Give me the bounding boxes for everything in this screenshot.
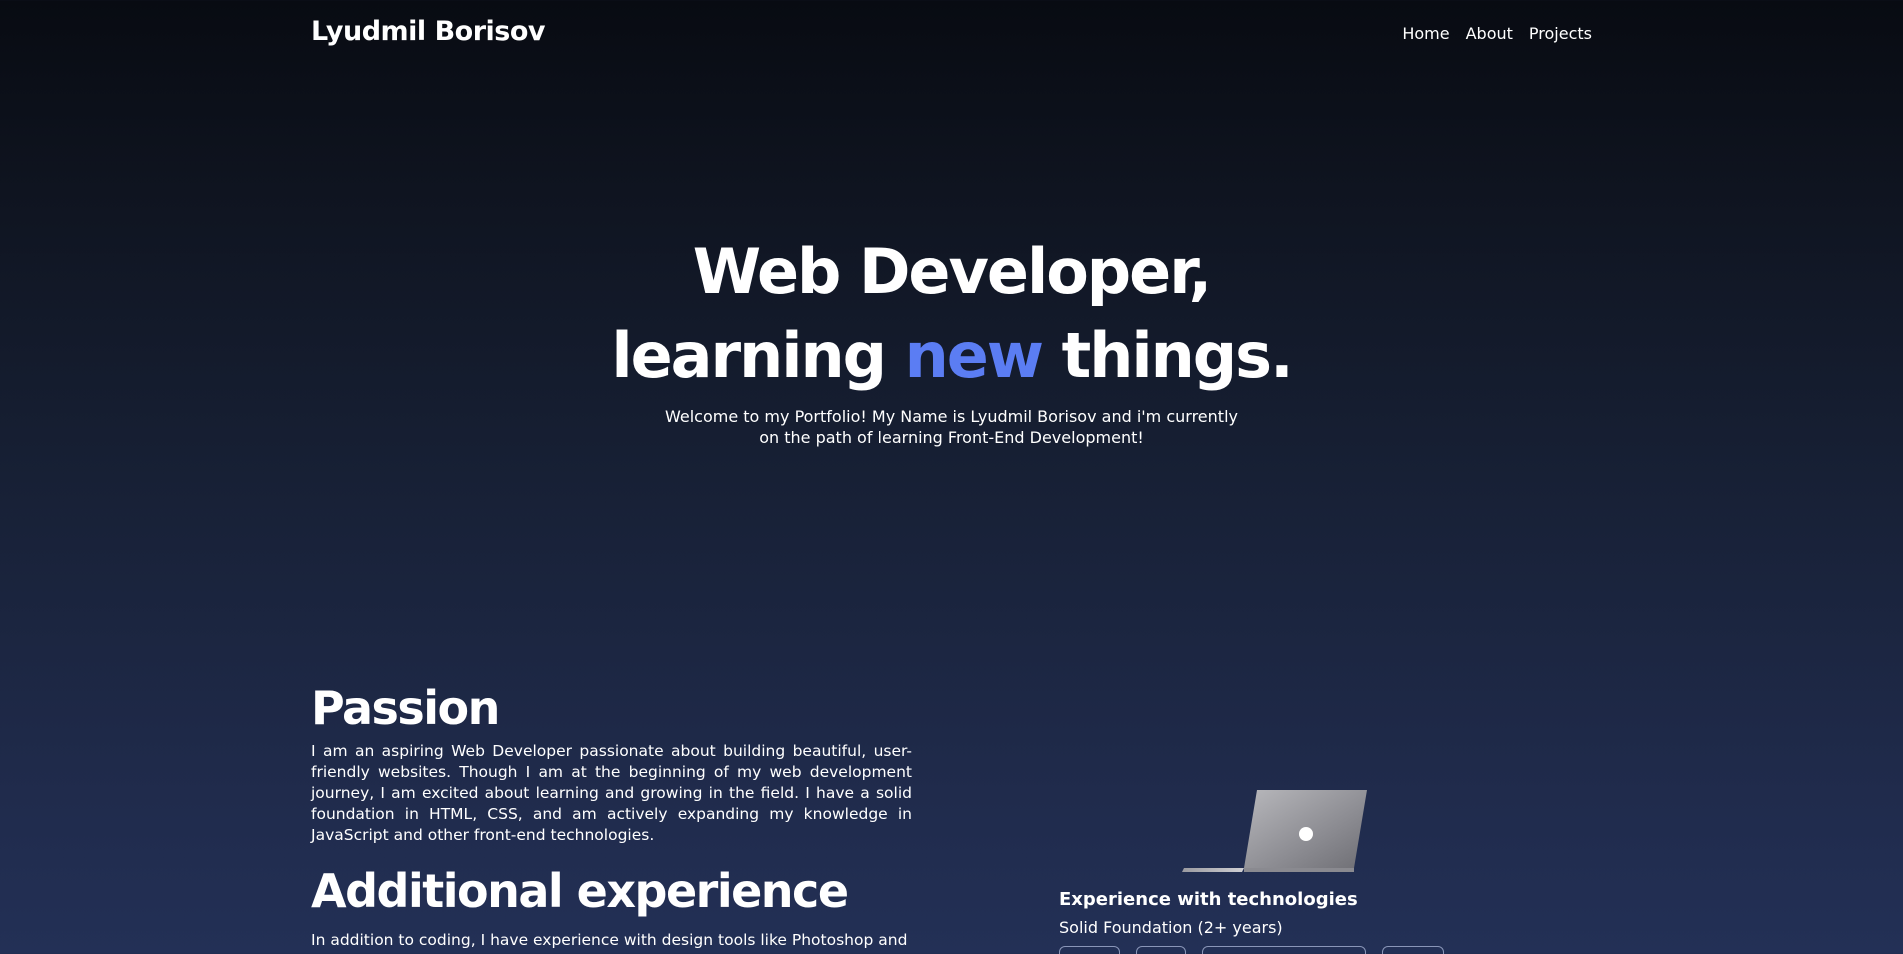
site-brand[interactable]: Lyudmil Borisov — [311, 16, 545, 47]
additional-experience-title: Additional experience — [311, 864, 849, 918]
hero-line-1: Web Developer, — [692, 235, 1212, 308]
tech-tag: JavaScript (learning) — [1201, 946, 1367, 954]
hero-subtitle: Welcome to my Portfolio! My Name is Lyud… — [665, 407, 1238, 447]
experience-level: Solid Foundation (2+ years) — [1059, 918, 1283, 937]
passion-text: I am an aspiring Web Developer passionat… — [311, 742, 912, 844]
about-section: Passion I am an aspiring Web Developer p… — [311, 675, 912, 951]
technologies-section: Experience with technologies Solid Found… — [1059, 888, 1559, 954]
hero-line-2-end: things. — [1042, 319, 1294, 392]
main-nav: Home About Projects — [1402, 24, 1592, 43]
additional-experience-text: In addition to coding, I have experience… — [311, 931, 908, 949]
nav-projects-link[interactable]: Projects — [1529, 24, 1592, 43]
passion-title: Passion — [311, 681, 500, 735]
tech-tag: React — [1382, 946, 1444, 954]
tech-tag: HTML — [1059, 946, 1120, 954]
nav-home-link[interactable]: Home — [1402, 24, 1449, 43]
hero-heading: Web Developer, learning new things. — [0, 230, 1903, 398]
technologies-title: Experience with technologies — [1059, 889, 1358, 910]
laptop-icon — [1182, 790, 1367, 872]
hero-line-2-start: learning — [611, 319, 905, 392]
site-header: Lyudmil Borisov Home About Projects — [0, 0, 1903, 70]
hero-section: Web Developer, learning new things. Welc… — [0, 230, 1903, 448]
hero-accent-word: new — [904, 319, 1044, 392]
technology-tags: HTML CSS JavaScript (learning) React — [1059, 946, 1559, 954]
tech-tag: CSS — [1135, 946, 1186, 954]
nav-about-link[interactable]: About — [1466, 24, 1513, 43]
